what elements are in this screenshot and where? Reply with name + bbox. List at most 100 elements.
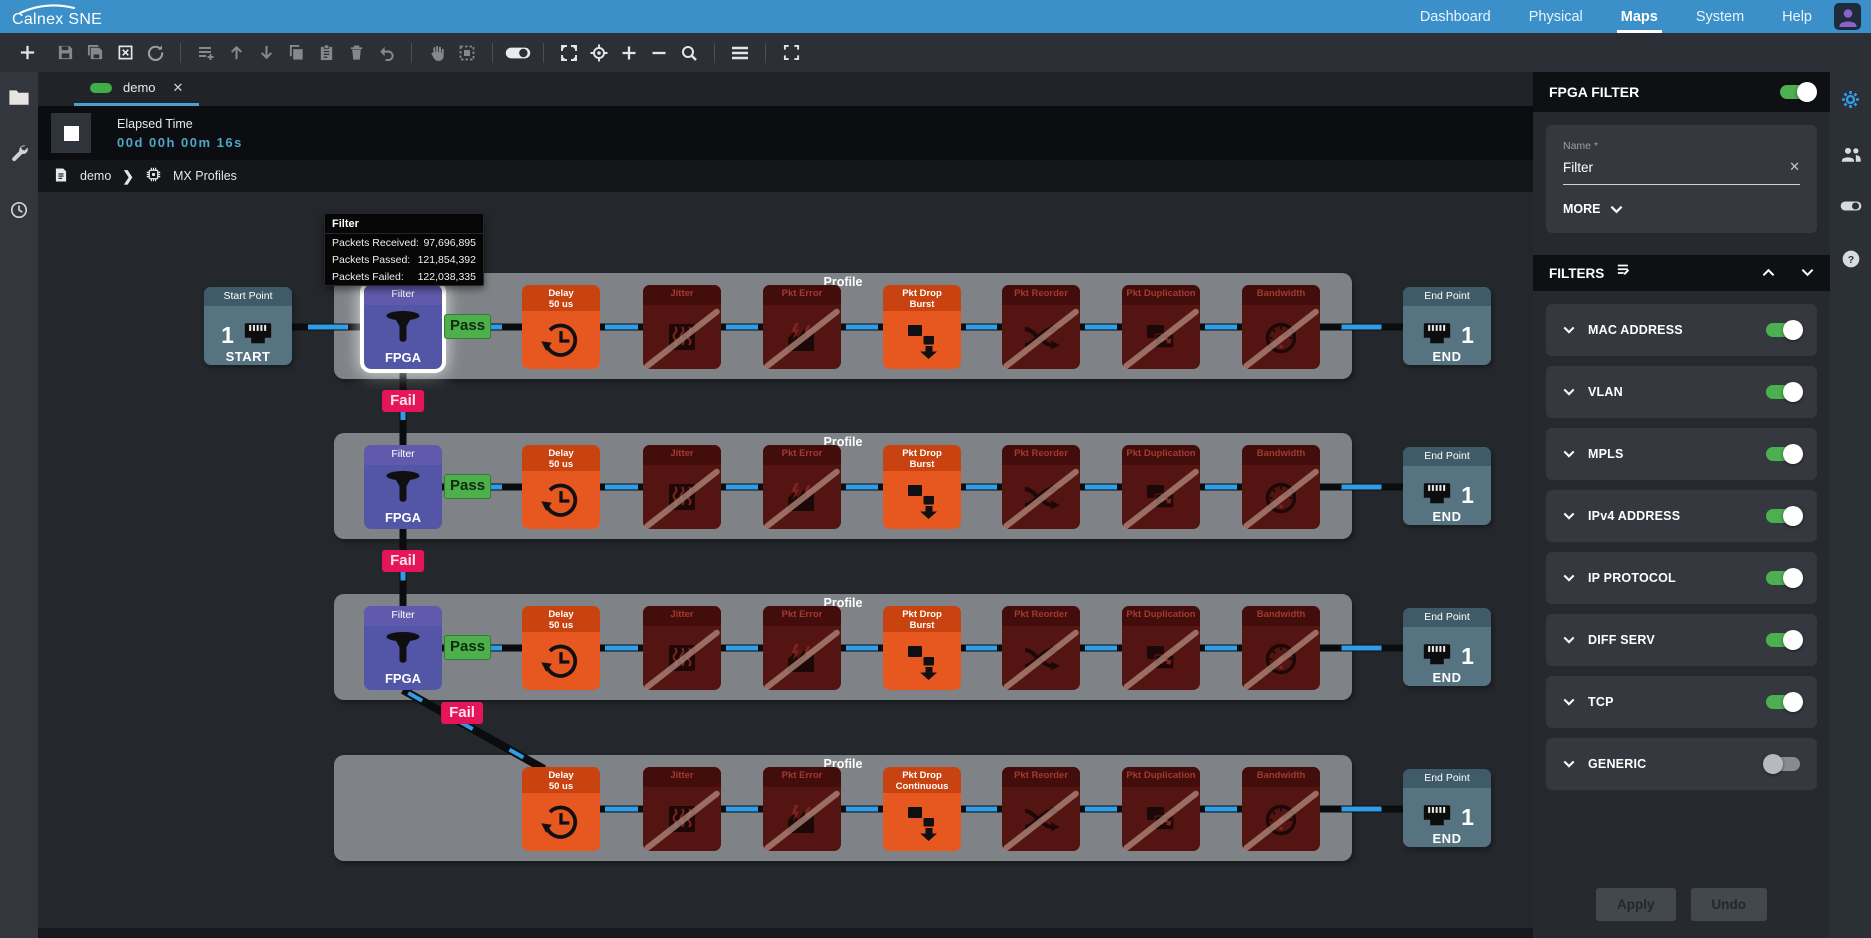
- filter-item-mac-address[interactable]: MAC ADDRESS: [1546, 304, 1817, 356]
- pkt-error-node[interactable]: Pkt Error: [763, 767, 841, 851]
- pkt-error-node[interactable]: Pkt Error: [763, 445, 841, 529]
- bandwidth-node[interactable]: Bandwidth: [1242, 767, 1320, 851]
- pkt-duplication-node[interactable]: Pkt Duplication: [1122, 285, 1200, 369]
- pkt-reorder-node[interactable]: Pkt Reorder: [1002, 767, 1080, 851]
- save-as-icon[interactable]: [80, 39, 110, 67]
- filter-item-toggle[interactable]: [1766, 695, 1800, 709]
- close-document-icon[interactable]: [110, 39, 140, 67]
- apply-button[interactable]: Apply: [1596, 888, 1676, 921]
- breadcrumb-map-name[interactable]: demo: [80, 169, 111, 183]
- pkt-reorder-node[interactable]: Pkt Reorder: [1002, 285, 1080, 369]
- help-icon[interactable]: ?: [1841, 249, 1861, 274]
- center-target-icon[interactable]: [584, 39, 614, 67]
- pkt-drop-node[interactable]: Pkt DropBurst: [883, 606, 961, 690]
- pkt-drop-node[interactable]: Pkt DropBurst: [883, 445, 961, 529]
- pkt-drop-node[interactable]: Pkt DropBurst: [883, 285, 961, 369]
- jitter-node[interactable]: Jitter: [643, 445, 721, 529]
- jitter-node[interactable]: Jitter: [643, 606, 721, 690]
- pkt-error-node[interactable]: Pkt Error: [763, 606, 841, 690]
- zoom-in-icon[interactable]: [614, 39, 644, 67]
- maps-folder-icon[interactable]: [8, 88, 30, 111]
- filter-item-toggle[interactable]: [1766, 509, 1800, 523]
- filter-item-toggle[interactable]: [1766, 633, 1800, 647]
- delay-node[interactable]: Delay50 us: [522, 606, 600, 690]
- undo-icon[interactable]: [371, 39, 401, 67]
- collapse-all-icon[interactable]: [1762, 264, 1775, 282]
- nav-physical[interactable]: Physical: [1529, 0, 1583, 33]
- link-toggle-icon[interactable]: [503, 39, 533, 67]
- name-field[interactable]: Filter ✕: [1563, 152, 1800, 185]
- end-point-node[interactable]: End Point1END: [1403, 608, 1491, 686]
- filter-item-generic[interactable]: GENERIC: [1546, 738, 1817, 790]
- filter-item-toggle[interactable]: [1766, 571, 1800, 585]
- bandwidth-node[interactable]: Bandwidth: [1242, 606, 1320, 690]
- tools-wrench-icon[interactable]: [9, 143, 29, 168]
- settings-gear-icon[interactable]: [1840, 89, 1861, 115]
- pkt-drop-node[interactable]: Pkt DropContinuous: [883, 767, 961, 851]
- pan-hand-icon[interactable]: [422, 39, 452, 67]
- filter-item-toggle[interactable]: [1766, 385, 1800, 399]
- bandwidth-node[interactable]: Bandwidth: [1242, 285, 1320, 369]
- filter-item-diff-serv[interactable]: DIFF SERV: [1546, 614, 1817, 666]
- end-point-node[interactable]: End Point1END: [1403, 287, 1491, 365]
- jitter-node[interactable]: Jitter: [643, 285, 721, 369]
- playlist-add-icon[interactable]: [191, 39, 221, 67]
- edit-list-icon[interactable]: [1616, 263, 1633, 283]
- paste-icon[interactable]: [311, 39, 341, 67]
- expand-all-icon[interactable]: [1801, 264, 1814, 282]
- users-icon[interactable]: [1840, 146, 1862, 168]
- filter-item-mpls[interactable]: MPLS: [1546, 428, 1817, 480]
- end-point-node[interactable]: End Point1END: [1403, 769, 1491, 847]
- name-input[interactable]: Filter: [1563, 160, 1789, 175]
- nav-maps[interactable]: Maps: [1621, 0, 1658, 33]
- pkt-reorder-node[interactable]: Pkt Reorder: [1002, 606, 1080, 690]
- filter-fpga-node[interactable]: FilterFPGA: [364, 606, 442, 690]
- start-point-node[interactable]: Start Point1START: [204, 287, 292, 365]
- move-up-icon[interactable]: [221, 39, 251, 67]
- delay-node[interactable]: Delay50 us: [522, 445, 600, 529]
- filter-item-toggle[interactable]: [1766, 757, 1800, 771]
- add-icon[interactable]: [12, 39, 42, 67]
- menu-icon[interactable]: [725, 39, 755, 67]
- undo-button[interactable]: Undo: [1691, 888, 1768, 921]
- delay-node[interactable]: Delay50 us: [522, 767, 600, 851]
- filter-item-ip-protocol[interactable]: IP PROTOCOL: [1546, 552, 1817, 604]
- more-expander[interactable]: MORE: [1563, 202, 1800, 216]
- copy-icon[interactable]: [281, 39, 311, 67]
- refresh-icon[interactable]: [140, 39, 170, 67]
- filter-item-ipv4-address[interactable]: IPv4 ADDRESS: [1546, 490, 1817, 542]
- move-down-icon[interactable]: [251, 39, 281, 67]
- delay-node[interactable]: Delay50 us: [522, 285, 600, 369]
- delete-icon[interactable]: [341, 39, 371, 67]
- tab-close-icon[interactable]: ✕: [173, 80, 184, 96]
- end-point-node[interactable]: End Point1END: [1403, 447, 1491, 525]
- jitter-node[interactable]: Jitter: [643, 767, 721, 851]
- filter-fpga-node[interactable]: FilterFPGA: [364, 285, 442, 369]
- map-canvas[interactable]: ProfileStart Point1STARTEnd Point1ENDFil…: [38, 192, 1533, 928]
- filter-item-toggle[interactable]: [1766, 323, 1800, 337]
- marquee-select-icon[interactable]: [452, 39, 482, 67]
- pkt-duplication-node[interactable]: Pkt Duplication: [1122, 767, 1200, 851]
- filter-item-toggle[interactable]: [1766, 447, 1800, 461]
- breadcrumb-section[interactable]: MX Profiles: [173, 169, 237, 183]
- clear-name-icon[interactable]: ✕: [1789, 159, 1800, 175]
- zoom-out-icon[interactable]: [644, 39, 674, 67]
- fit-view-icon[interactable]: [554, 39, 584, 67]
- nav-system[interactable]: System: [1696, 0, 1744, 33]
- filter-fpga-node[interactable]: FilterFPGA: [364, 445, 442, 529]
- user-avatar-button[interactable]: [1834, 3, 1861, 30]
- fpga-filter-toggle[interactable]: [1780, 85, 1814, 99]
- zoom-reset-icon[interactable]: [674, 39, 704, 67]
- toggles-icon[interactable]: [1840, 199, 1862, 218]
- pkt-reorder-node[interactable]: Pkt Reorder: [1002, 445, 1080, 529]
- pkt-error-node[interactable]: Pkt Error: [763, 285, 841, 369]
- fullscreen-icon[interactable]: [776, 39, 806, 67]
- stop-button[interactable]: [51, 113, 91, 153]
- save-icon[interactable]: [50, 39, 80, 67]
- tab-demo[interactable]: demo ✕: [74, 72, 199, 106]
- filter-item-tcp[interactable]: TCP: [1546, 676, 1817, 728]
- bandwidth-node[interactable]: Bandwidth: [1242, 445, 1320, 529]
- filter-item-vlan[interactable]: VLAN: [1546, 366, 1817, 418]
- pkt-duplication-node[interactable]: Pkt Duplication: [1122, 445, 1200, 529]
- pkt-duplication-node[interactable]: Pkt Duplication: [1122, 606, 1200, 690]
